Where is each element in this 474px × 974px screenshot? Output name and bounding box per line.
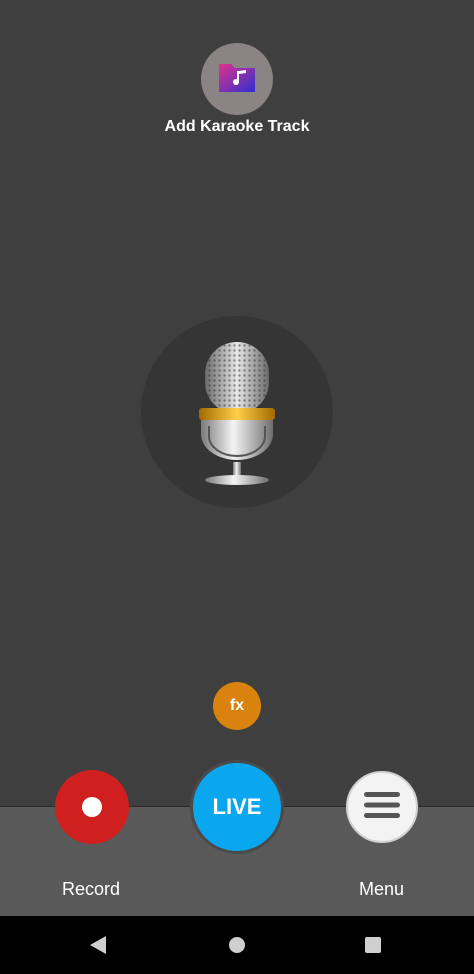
recents-icon[interactable] — [365, 937, 381, 953]
music-folder-icon — [217, 60, 257, 99]
record-label: Record — [62, 879, 121, 899]
menu-button[interactable] — [346, 771, 418, 843]
live-button[interactable]: LIVE — [190, 760, 284, 854]
record-button[interactable] — [55, 770, 129, 844]
add-karaoke-track-label: Add Karaoke Track — [164, 118, 310, 135]
fx-label: fx — [229, 697, 245, 714]
fx-button[interactable]: fx — [213, 682, 261, 730]
back-icon[interactable] — [90, 936, 106, 954]
hamburger-menu-icon — [362, 790, 402, 825]
record-icon — [82, 797, 102, 817]
live-label: LIVE — [212, 794, 262, 819]
microphone-icon — [187, 338, 287, 488]
menu-label: Menu — [359, 879, 405, 899]
home-icon[interactable] — [229, 937, 245, 953]
add-karaoke-track-button[interactable] — [201, 43, 273, 115]
